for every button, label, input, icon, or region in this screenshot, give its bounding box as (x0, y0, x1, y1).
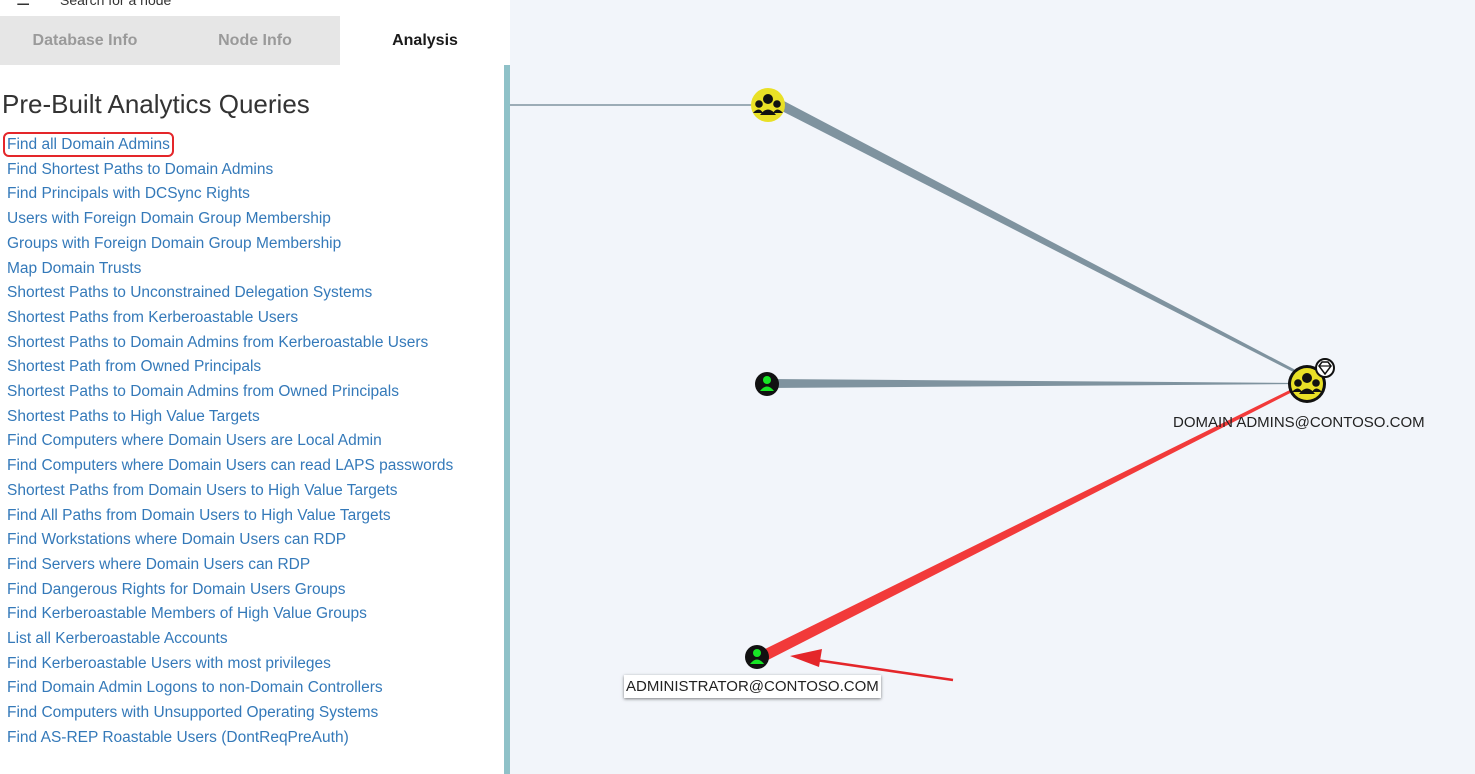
query-list: Find all Domain Admins Find Shortest Path… (3, 132, 497, 751)
query-item-label: Shortest Paths to Unconstrained Delegati… (7, 284, 373, 302)
analysis-content: Pre-Built Analytics Queries Find all Dom… (0, 65, 504, 774)
tab-database-info[interactable]: Database Info (0, 16, 170, 65)
query-item[interactable]: Find Computers with Unsupported Operatin… (7, 701, 497, 726)
query-item-label: Shortest Path from Owned Principals (7, 358, 262, 376)
query-item[interactable]: Find Kerberoastable Members of High Valu… (7, 602, 497, 627)
query-item-label: Find AS-REP Roastable Users (DontReqPreA… (7, 728, 349, 746)
administrator-label: ADMINISTRATOR@CONTOSO.COM (624, 675, 881, 698)
query-item[interactable]: Find Principals with DCSync Rights (7, 182, 497, 207)
graph-edge-group-to-domain-admins (774, 100, 1307, 378)
query-item-label: Shortest Paths to Domain Admins from Ker… (7, 333, 429, 351)
query-item-label: List all Kerberoastable Accounts (7, 630, 228, 648)
query-item[interactable]: Shortest Path from Owned Principals (7, 355, 497, 380)
group-node-top[interactable] (751, 88, 785, 122)
user-node-middle[interactable] (755, 372, 779, 396)
query-item[interactable]: Groups with Foreign Domain Group Members… (7, 232, 497, 257)
query-item-label: Find Workstations where Domain Users can… (7, 531, 347, 549)
query-item-label: Find Computers where Domain Users are Lo… (7, 432, 382, 450)
query-item[interactable]: Find AS-REP Roastable Users (DontReqPreA… (7, 726, 497, 751)
query-item[interactable]: Shortest Paths to Domain Admins from Own… (7, 380, 497, 405)
tab-node-info[interactable]: Node Info (170, 16, 340, 65)
query-item-label: Find Kerberoastable Members of High Valu… (7, 605, 367, 623)
query-item[interactable]: Find All Paths from Domain Users to High… (7, 504, 497, 529)
menu-icon[interactable]: ☰ (16, 0, 30, 10)
query-item-label: Shortest Paths from Domain Users to High… (7, 481, 398, 499)
diamond-icon (1315, 358, 1335, 378)
query-item[interactable]: Find Shortest Paths to Domain Admins (7, 158, 497, 183)
query-item-label: Find Servers where Domain Users can RDP (7, 555, 311, 573)
graph-canvas[interactable]: DOMAIN ADMINS@CONTOSO.COM ADMINISTRATOR@… (510, 0, 1475, 774)
page-title: Pre-Built Analytics Queries (2, 89, 310, 119)
domain-admins-label: DOMAIN ADMINS@CONTOSO.COM (1173, 414, 1425, 431)
query-item-label: Shortest Paths to Domain Admins from Own… (7, 383, 399, 401)
query-item[interactable]: Shortest Paths to High Value Targets (7, 405, 497, 430)
query-item-label: Groups with Foreign Domain Group Members… (7, 234, 342, 252)
search-input[interactable]: Search for a node (60, 0, 171, 8)
query-item-label: Shortest Paths from Kerberoastable Users (7, 308, 299, 326)
query-item-label: Find Dangerous Rights for Domain Users G… (7, 580, 346, 598)
query-item[interactable]: Shortest Paths from Kerberoastable Users (7, 306, 497, 331)
query-item-label: Find Principals with DCSync Rights (7, 185, 250, 203)
query-item[interactable]: Find Servers where Domain Users can RDP (7, 553, 497, 578)
user-node-administrator[interactable] (745, 645, 769, 669)
query-item[interactable]: Map Domain Trusts (7, 257, 497, 282)
sidebar-tabs: Database Info Node Info Analysis (0, 16, 510, 65)
graph-svg (510, 88, 1335, 682)
query-item[interactable]: List all Kerberoastable Accounts (7, 627, 497, 652)
query-item[interactable]: Find Kerberoastable Users with most priv… (7, 652, 497, 677)
tab-analysis[interactable]: Analysis (340, 16, 510, 65)
query-item[interactable]: Find Domain Admin Logons to non-Domain C… (7, 676, 497, 701)
query-item[interactable]: Shortest Paths to Unconstrained Delegati… (7, 281, 497, 306)
query-item[interactable]: Find Computers where Domain Users can re… (7, 454, 497, 479)
graph-edge-user-to-domain-admins (768, 379, 1303, 388)
search-row: ☰ Search for a node (0, 0, 510, 16)
query-item[interactable]: Shortest Paths to Domain Admins from Ker… (7, 331, 497, 356)
query-item-label: Shortest Paths to High Value Targets (7, 407, 260, 425)
query-item[interactable]: Find Dangerous Rights for Domain Users G… (7, 578, 497, 603)
query-item[interactable]: Find Workstations where Domain Users can… (7, 528, 497, 553)
query-item-label: Users with Foreign Domain Group Membersh… (7, 210, 331, 228)
query-item-label: Find All Paths from Domain Users to High… (7, 506, 391, 524)
query-item[interactable]: Shortest Paths from Domain Users to High… (7, 479, 497, 504)
query-item-label: Find all Domain Admins (3, 132, 174, 157)
query-item[interactable]: Find all Domain Admins (3, 132, 497, 158)
query-item[interactable]: Find Computers where Domain Users are Lo… (7, 429, 497, 454)
query-item-label: Find Shortest Paths to Domain Admins (7, 160, 274, 178)
query-item-label: Find Computers where Domain Users can re… (7, 457, 454, 475)
query-item-label: Find Computers with Unsupported Operatin… (7, 704, 379, 722)
annotation-arrow-head (790, 649, 822, 667)
query-item-label: Map Domain Trusts (7, 259, 142, 277)
query-item-label: Find Domain Admin Logons to non-Domain C… (7, 679, 383, 697)
query-item[interactable]: Users with Foreign Domain Group Membersh… (7, 207, 497, 232)
query-item-label: Find Kerberoastable Users with most priv… (7, 654, 331, 672)
sidebar-panel: ☰ Search for a node Database Info Node I… (0, 0, 510, 774)
